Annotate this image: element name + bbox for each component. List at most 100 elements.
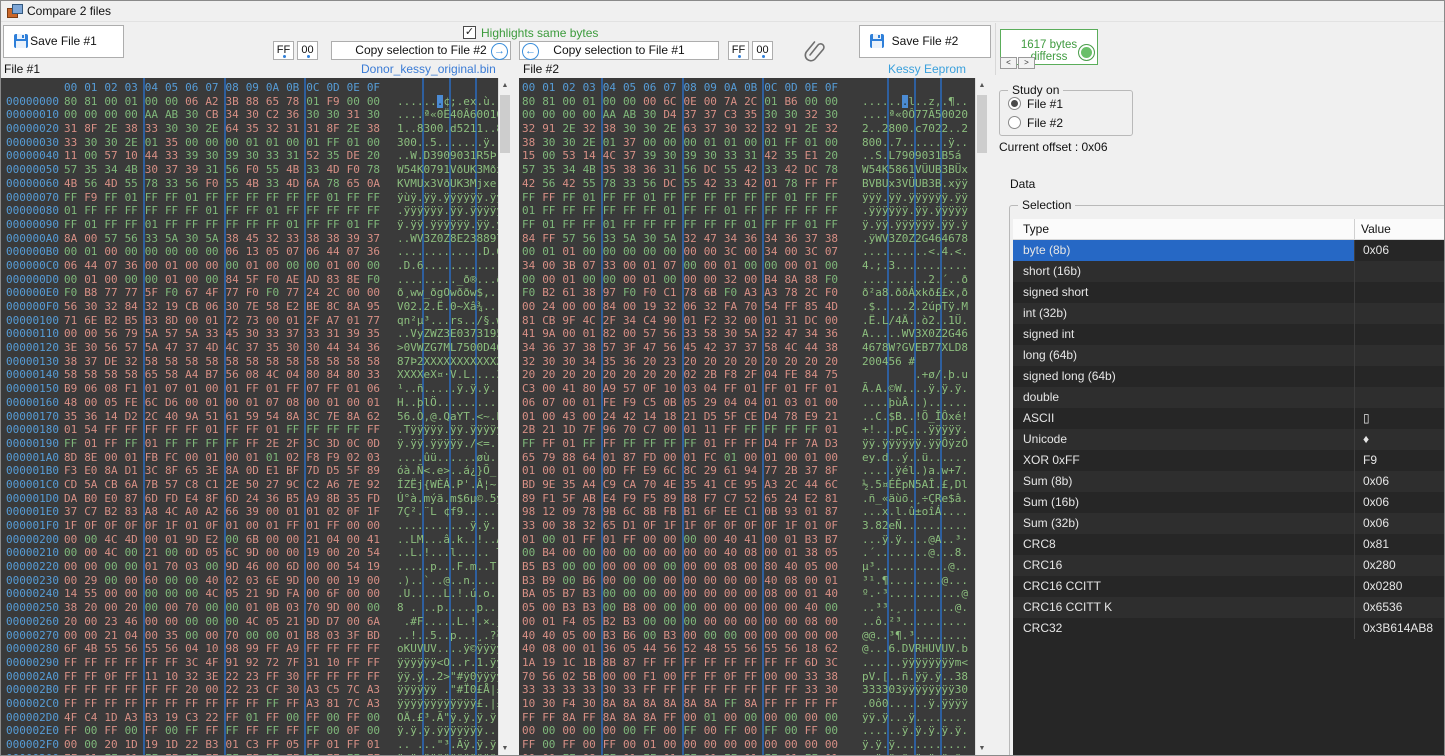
hex-byte[interactable]: 00 xyxy=(663,738,683,752)
hex-byte[interactable]: 13 xyxy=(246,245,266,259)
hex-byte[interactable]: FF xyxy=(684,752,704,756)
hex-byte[interactable]: 4B xyxy=(583,163,603,177)
hex-byte[interactable]: 42 xyxy=(623,410,643,424)
hex-byte[interactable]: 35 xyxy=(562,478,582,492)
copy-to-file2-button[interactable]: Copy selection to File #2 → xyxy=(331,41,511,60)
ascii-text[interactable]: ÿ.ÿ.ÿÿÿÿÿÿÿÿÿÿÿÿ xyxy=(397,752,498,756)
hex-byte[interactable]: 10 xyxy=(165,670,185,684)
hex-byte[interactable]: 08 xyxy=(286,396,306,410)
hex-byte[interactable]: A3 xyxy=(306,697,326,711)
hex-byte[interactable]: 2F xyxy=(286,437,306,451)
hex-byte[interactable]: B1 xyxy=(684,505,704,519)
hex-byte[interactable]: FF xyxy=(704,218,724,232)
hex-byte[interactable]: FE xyxy=(603,396,623,410)
hex-byte[interactable]: FF xyxy=(226,204,246,218)
hex-byte[interactable]: 35 xyxy=(266,341,286,355)
hex-byte[interactable]: 6A xyxy=(125,478,145,492)
hex-byte[interactable]: 00 xyxy=(104,587,124,601)
hex-byte[interactable]: 30 xyxy=(825,108,845,122)
hex-byte[interactable]: FF xyxy=(367,191,387,205)
hex-byte[interactable]: FF xyxy=(684,204,704,218)
ascii-text[interactable]: Ú°à.mýä.m$6µ©.5ý xyxy=(397,492,498,506)
hex-byte[interactable]: 01 xyxy=(226,519,246,533)
hex-byte[interactable]: 21 xyxy=(825,410,845,424)
hex-byte[interactable]: 02 xyxy=(347,451,367,465)
hex-byte[interactable]: E0 xyxy=(84,464,104,478)
hex-byte[interactable]: 20 xyxy=(84,601,104,615)
hex-byte[interactable]: 00 xyxy=(684,629,704,643)
hex-byte[interactable]: 00 xyxy=(185,245,205,259)
hex-byte[interactable]: 44 xyxy=(326,341,346,355)
hex-byte[interactable]: 00 xyxy=(84,327,104,341)
ascii-text[interactable]: 200456 # xyxy=(862,355,968,369)
hex-byte[interactable]: F0 xyxy=(246,163,266,177)
hex-byte[interactable]: FF xyxy=(784,136,804,150)
hex-byte[interactable]: 77 xyxy=(226,286,246,300)
hex-byte[interactable]: 08 xyxy=(104,382,124,396)
hex-byte[interactable]: E4 xyxy=(603,492,623,506)
hex-byte[interactable]: 07 xyxy=(266,396,286,410)
hex-byte[interactable]: F0 xyxy=(825,273,845,287)
file2-hex-view[interactable]: 000102030405060708090A0B0C0D0E0F80810001… xyxy=(519,78,975,756)
hex-byte[interactable]: 00 xyxy=(266,314,286,328)
hex-byte[interactable]: 00 xyxy=(663,670,683,684)
hex-byte[interactable]: 00 xyxy=(603,587,623,601)
hex-byte[interactable]: FF xyxy=(306,752,326,756)
hex-byte[interactable]: FF xyxy=(165,204,185,218)
hex-byte[interactable]: 01 xyxy=(84,752,104,756)
hex-byte[interactable]: 8A xyxy=(684,697,704,711)
hex-byte[interactable]: 58 xyxy=(306,355,326,369)
ascii-text[interactable]: ..LM...â.k..!..A xyxy=(397,533,498,547)
hex-byte[interactable]: 30 xyxy=(286,341,306,355)
hex-byte[interactable]: 00 xyxy=(805,574,825,588)
hex-byte[interactable]: 36 xyxy=(266,492,286,506)
hex-byte[interactable]: FF xyxy=(145,724,165,738)
hex-byte[interactable]: 05 xyxy=(583,615,603,629)
hex-byte[interactable]: FF xyxy=(684,683,704,697)
hex-byte[interactable]: 06 xyxy=(84,382,104,396)
hex-byte[interactable]: 01 xyxy=(347,218,367,232)
hex-byte[interactable]: 00 xyxy=(643,629,663,643)
hex-byte[interactable]: 8E xyxy=(84,451,104,465)
hex-byte[interactable]: FF xyxy=(84,656,104,670)
hex-byte[interactable]: 00 xyxy=(704,629,724,643)
hex-byte[interactable]: 14 xyxy=(643,410,663,424)
hex-byte[interactable]: 01 xyxy=(562,245,582,259)
hex-byte[interactable]: 6C xyxy=(663,464,683,478)
hex-byte[interactable]: FF xyxy=(367,656,387,670)
hex-byte[interactable]: B3 xyxy=(205,738,225,752)
hex-byte[interactable]: 00 xyxy=(185,574,205,588)
hex-byte[interactable]: FF xyxy=(64,191,84,205)
hex-byte[interactable]: 00 xyxy=(764,711,784,725)
hex-byte[interactable]: 00 xyxy=(226,259,246,273)
hex-byte[interactable]: 01 xyxy=(205,451,225,465)
hex-byte[interactable]: 00 xyxy=(84,108,104,122)
ascii-text[interactable]: ....ûü......øù.. xyxy=(397,451,498,465)
scroll-down-icon[interactable]: ▼ xyxy=(499,741,511,756)
data-type-row[interactable]: Sum (16b)0x06 xyxy=(1013,492,1445,513)
hex-byte[interactable]: 07 xyxy=(286,245,306,259)
hex-byte[interactable]: 4B xyxy=(246,177,266,191)
hex-byte[interactable]: 01 xyxy=(744,218,764,232)
hex-byte[interactable]: 38 xyxy=(125,122,145,136)
hex-byte[interactable]: 04 xyxy=(704,382,724,396)
hex-byte[interactable]: 00 xyxy=(165,574,185,588)
hex-byte[interactable]: 00 xyxy=(562,396,582,410)
hex-byte[interactable]: 00 xyxy=(185,396,205,410)
hex-byte[interactable]: FF xyxy=(704,204,724,218)
hex-byte[interactable]: FF xyxy=(724,437,744,451)
hex-byte[interactable]: 35 xyxy=(64,410,84,424)
hex-byte[interactable]: A3 xyxy=(367,697,387,711)
hex-byte[interactable]: 01 xyxy=(562,464,582,478)
hex-byte[interactable]: 00 xyxy=(704,738,724,752)
hex-byte[interactable]: 00 xyxy=(205,259,225,273)
hex-byte[interactable]: 00 xyxy=(266,629,286,643)
data-type-row[interactable]: CRC16 CCITT0x0280 xyxy=(1013,576,1445,597)
data-type-row[interactable]: short (16b) xyxy=(1013,261,1445,282)
hex-byte[interactable]: AE xyxy=(286,273,306,287)
hex-byte[interactable]: 01 xyxy=(145,560,165,574)
hex-byte[interactable]: 38 xyxy=(623,163,643,177)
hex-byte[interactable]: 00 xyxy=(145,533,165,547)
hex-byte[interactable]: FF xyxy=(165,218,185,232)
hex-byte[interactable]: 20 xyxy=(643,355,663,369)
